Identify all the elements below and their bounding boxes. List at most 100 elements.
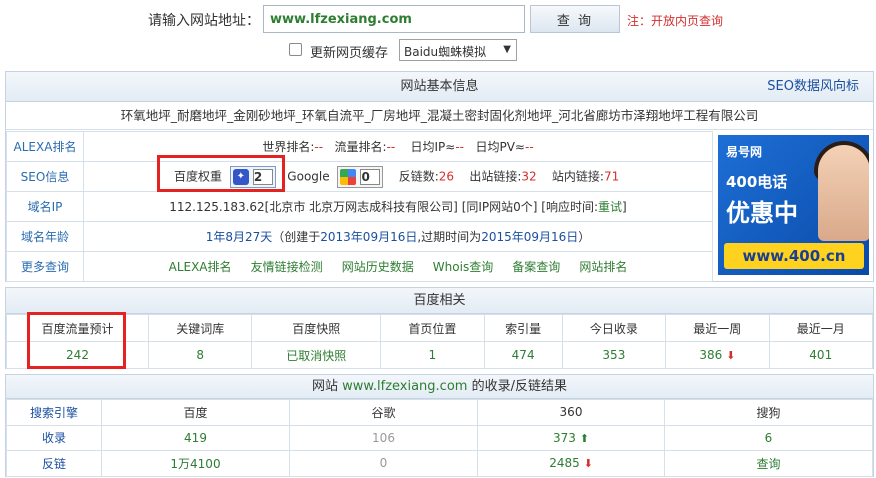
seo-trend-link[interactable]: SEO数据风向标 [767, 72, 859, 102]
update-cache-checkbox[interactable] [289, 43, 302, 56]
domain-age-link[interactable]: 域名年龄 [21, 230, 69, 244]
back-baidu[interactable]: 1万4100 [101, 450, 290, 477]
daily-ip-label: 日均IP≈ [410, 140, 456, 154]
retry-link[interactable]: 重试 [598, 200, 622, 214]
alexa-rank-link[interactable]: ALEXA排名 [14, 140, 77, 154]
backlinks-value: 26 [438, 169, 455, 183]
baidu-table: 百度流量预计 关键词库 百度快照 首页位置 索引量 今日收录 最近一周 最近一月… [6, 314, 874, 369]
search-input[interactable] [263, 5, 525, 33]
baidu-keywords-value[interactable]: 8 [147, 341, 253, 369]
more-link-icp[interactable]: 备案查询 [512, 260, 560, 274]
spider-select-value: Baidu蜘蛛模拟 [404, 45, 487, 59]
more-link-whois[interactable]: Whois查询 [433, 260, 493, 274]
more-link-friend-check[interactable]: 友情链接检测 [251, 260, 323, 274]
seo-info-link[interactable]: SEO信息 [21, 170, 70, 184]
daily-pv-value: -- [524, 140, 534, 154]
engines-index-row: 收录 419 106 373 ⬆ 6 [6, 424, 873, 451]
baidu-value-row: 242 8 已取消快照 1 474 353 386 ⬇ 401 [6, 341, 874, 369]
age-values: 1年8月27天（创建于2013年09月16日,过期时间为2015年09月16日） [83, 221, 713, 252]
search-label: 请输入网站地址： [148, 13, 260, 29]
back-sogou[interactable]: 查询 [664, 450, 873, 477]
spider-select[interactable]: Baidu蜘蛛模拟 ▼ [399, 39, 517, 61]
age-row: 域名年龄 1年8月27天（创建于2013年09月16日,过期时间为2015年09… [6, 221, 713, 252]
index-baidu[interactable]: 419 [101, 424, 290, 451]
world-rank-label: 世界排名: [262, 140, 315, 154]
response-time-end: ] [622, 200, 627, 214]
flow-rank-label: 流量排名: [334, 140, 387, 154]
inlinks-value: 71 [603, 169, 620, 183]
baidu-snapshot-value[interactable]: 已取消快照 [251, 341, 382, 369]
google-pr-value: 0 [360, 168, 381, 185]
back-label: 反链 [6, 450, 102, 477]
seo-row: SEO信息 百度权重 ✦ 2 Google 0 反链数:26 出站链接:32 站内… [6, 161, 713, 192]
baidu-week-value: 386 [699, 348, 723, 362]
basic-info-panel: 网站基本信息 SEO数据风向标 环氧地坪_耐磨地坪_金刚砂地坪_环氧自流平_厂房… [5, 71, 874, 282]
engines-header-prefix: 网站 [312, 379, 343, 394]
highlight-baidu-traffic [27, 312, 126, 369]
highlight-baidu-weight [157, 155, 285, 192]
more-queries-link[interactable]: 更多查询 [21, 260, 69, 274]
same-ip-sites[interactable]: [同IP网站0个] [462, 200, 538, 214]
back-360: 2485 [549, 456, 580, 471]
google-logo-icon [340, 168, 357, 185]
search-row: 请输入网站地址： 查 询 注：开放内页查询 [0, 2, 876, 34]
daily-ip-value: -- [455, 140, 465, 154]
baidu-header: 百度相关 [6, 288, 873, 314]
domain-age-value: 1年8月27天 [205, 230, 273, 244]
index-sogou[interactable]: 6 [664, 424, 873, 451]
age-detail-mid: ,过期时间为 [417, 230, 482, 244]
baidu-week-cell[interactable]: 386 ⬇ [665, 341, 770, 369]
more-link-site-rank[interactable]: 网站排名 [579, 260, 627, 274]
more-link-alexa[interactable]: ALEXA排名 [169, 260, 232, 274]
search-note: 注：开放内页查询 [627, 14, 724, 28]
baidu-col-snapshot: 百度快照 [251, 314, 382, 342]
world-rank-value: -- [314, 140, 324, 154]
index-360-cell[interactable]: 373 ⬆ [477, 424, 665, 451]
ip-value: 112.125.183.62[北京市 北京万网志成科技有限公司] [169, 200, 458, 214]
baidu-index-value[interactable]: 474 [483, 341, 563, 369]
update-cache-label: 更新网页缓存 [310, 46, 389, 61]
baidu-col-today: 今日收录 [561, 314, 667, 342]
daily-pv-label: 日均PV≈ [475, 140, 525, 154]
more-link-history[interactable]: 网站历史数据 [342, 260, 414, 274]
baidu-home-pos-value: 1 [380, 341, 485, 369]
search-button[interactable]: 查 询 [530, 5, 620, 33]
basic-info-header: 网站基本信息 SEO数据风向标 [6, 72, 873, 102]
arrow-down-icon: ⬇ [583, 457, 593, 471]
google-pr-badge[interactable]: 0 [337, 165, 384, 188]
engines-col-sogou: 搜狗 [664, 399, 873, 426]
engines-col-baidu: 百度 [101, 399, 290, 426]
engines-col-360: 360 [477, 399, 665, 426]
engines-header-row: 搜索引擎 百度 谷歌 360 搜狗 [6, 399, 873, 426]
basic-info-title: 网站基本信息 [400, 79, 479, 94]
baidu-col-month: 最近一月 [768, 314, 874, 342]
index-label: 收录 [6, 424, 102, 451]
baidu-panel: 百度相关 百度流量预计 关键词库 百度快照 首页位置 索引量 今日收录 最近一周… [5, 287, 874, 369]
baidu-today-value[interactable]: 353 [561, 341, 667, 369]
engines-col-google: 谷歌 [289, 399, 478, 426]
expire-date: 2015年09月16日 [481, 230, 579, 244]
domain-ip-link[interactable]: 域名IP [28, 200, 63, 214]
options-row: 更新网页缓存 Baidu蜘蛛模拟 ▼ [0, 38, 876, 62]
baidu-col-keywords: 关键词库 [147, 314, 253, 342]
baidu-col-week: 最近一周 [665, 314, 770, 342]
ad-url: www.400.cn [724, 243, 864, 269]
ad-person-image [818, 145, 869, 241]
ad-line2: 优惠中 [726, 199, 798, 227]
backlinks-label: 反链数: [398, 169, 439, 183]
outlinks-label: 出站链接: [469, 169, 522, 183]
ad-line1: 400电话 [726, 173, 788, 191]
baidu-col-home-pos: 首页位置 [380, 314, 485, 342]
baidu-month-value[interactable]: 401 [768, 341, 874, 369]
ip-values: 112.125.183.62[北京市 北京万网志成科技有限公司] [同IP网站0… [83, 191, 713, 222]
ad-logo: 易号网 [726, 145, 763, 159]
back-google[interactable]: 0 [289, 450, 478, 477]
ad-banner[interactable]: 易号网 400电话 优惠中 www.400.cn [718, 135, 869, 275]
index-google[interactable]: 106 [289, 424, 478, 451]
back-360-cell[interactable]: 2485 ⬇ [477, 450, 665, 477]
engines-col-engine: 搜索引擎 [6, 399, 102, 426]
index-360: 373 [553, 430, 576, 445]
arrow-down-icon: ⬇ [726, 349, 736, 362]
alexa-row: ALEXA排名 世界排名:-- 流量排名:-- 日均IP≈-- 日均PV≈-- [6, 131, 713, 162]
created-date: 2013年09月16日 [320, 230, 418, 244]
